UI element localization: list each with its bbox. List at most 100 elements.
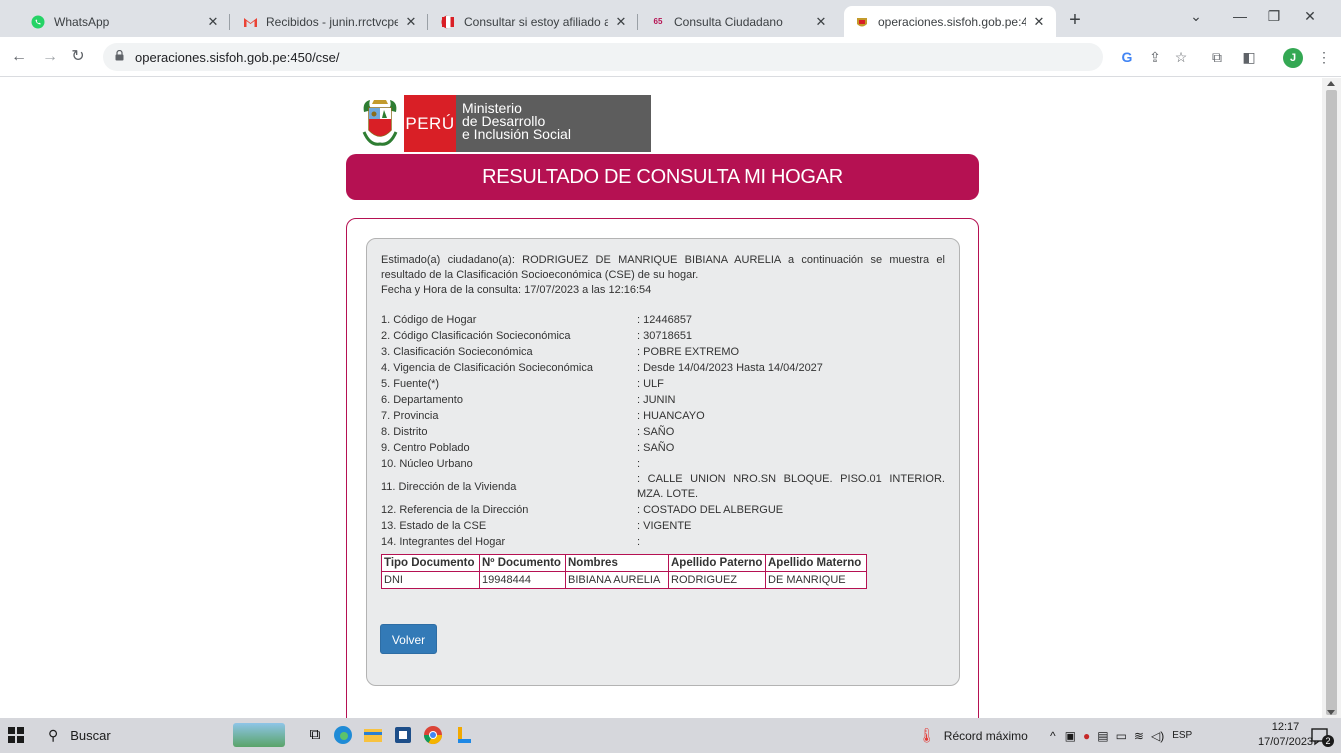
field-value: : CALLE UNION NRO.SN BLOQUE. PISO.01 INT… (637, 473, 945, 500)
ministry-logo: PERÚ Ministerio de Desarrollo e Inclusió… (356, 95, 651, 152)
tab-gmail[interactable]: Recibidos - junin.rrctvcperu@g ✕ (232, 6, 428, 37)
field-label: 6. Departamento (381, 394, 463, 406)
extensions-icon[interactable]: ⧉ (1207, 47, 1227, 67)
whatsapp-icon (30, 14, 46, 30)
start-tile (17, 727, 24, 734)
taskbar-search[interactable]: ⚲ Buscar (48, 718, 111, 753)
close-icon[interactable]: ✕ (206, 14, 220, 30)
field-label: 10. Núcleo Urbano (381, 458, 473, 470)
field-row: 5. Fuente(*): ULF (381, 376, 945, 392)
start-tile (8, 727, 15, 734)
taskbar-clock[interactable]: 12:17 17/07/2023 (1258, 720, 1313, 750)
back-arrow-icon[interactable]: ← (9, 47, 29, 67)
gmail-icon (242, 14, 258, 30)
side-panel-icon[interactable]: ◧ (1239, 47, 1259, 67)
windows-start-icon[interactable] (8, 727, 24, 743)
tab-title: operaciones.sisfoh.gob.pe:450/ (878, 14, 1026, 29)
tab-consulta-ciudadano[interactable]: 65 Consulta Ciudadano ✕ (640, 6, 838, 37)
scrollbar-thumb[interactable] (1326, 90, 1337, 715)
field-label: 1. Código de Hogar (381, 314, 477, 326)
field-row: 13. Estado de la CSE: VIGENTE (381, 518, 945, 534)
tab-title: Recibidos - junin.rrctvcperu@g (266, 14, 398, 29)
reniec-icon: 65 (653, 17, 663, 26)
chevron-up-icon[interactable]: ^ (1050, 729, 1056, 743)
peru-flag-icon (440, 14, 456, 30)
scroll-up-icon[interactable] (1327, 81, 1335, 86)
close-icon[interactable]: ✕ (614, 14, 628, 30)
search-highlight-icon[interactable] (233, 723, 285, 747)
close-icon[interactable]: ✕ (404, 14, 418, 30)
field-value: : 12446857 (637, 314, 693, 326)
result-panel: Estimado(a) ciudadano(a): RODRIGUEZ DE M… (366, 238, 960, 686)
intro-line: Estimado(a) ciudadano(a): RODRIGUEZ DE M… (381, 254, 945, 266)
language-indicator[interactable]: ESP (1172, 730, 1192, 741)
tab-separator (229, 14, 230, 30)
forward-arrow-icon[interactable]: → (40, 47, 60, 67)
tray-app-icon[interactable]: ▣ (1065, 729, 1076, 743)
google-translate-icon[interactable]: G (1117, 47, 1137, 67)
volume-icon[interactable]: ◁) (1151, 729, 1164, 743)
field-label: 5. Fuente(*) (381, 378, 440, 390)
volver-button[interactable]: Volver (380, 624, 437, 654)
table-cell: DNI (381, 571, 480, 589)
tab-title: WhatsApp (54, 14, 110, 29)
tab-sisfoh[interactable]: operaciones.sisfoh.gob.pe:450/ ✕ (844, 6, 1056, 37)
profile-avatar[interactable]: J (1283, 48, 1303, 68)
lock-icon[interactable] (115, 49, 127, 64)
start-tile (17, 736, 24, 743)
search-label: Buscar (70, 728, 111, 743)
restore-button[interactable]: ❐ (1259, 8, 1289, 25)
tray-app-icon[interactable]: ● (1083, 729, 1090, 743)
field-value: : JUNIN (637, 394, 676, 406)
field-label: 2. Código Clasificación Socieconómica (381, 330, 571, 342)
reload-icon[interactable]: ↻ (68, 47, 88, 67)
close-icon[interactable]: ✕ (1032, 14, 1046, 30)
field-row: 3. Clasificación Socieconómica: POBRE EX… (381, 344, 945, 360)
field-label: 9. Centro Poblado (381, 442, 470, 454)
weather-widget[interactable]: 🌡 Récord máximo (918, 718, 1028, 753)
chrome-icon[interactable] (421, 723, 445, 747)
menu-dots-icon[interactable]: ⋮ (1314, 47, 1334, 67)
tab-separator (427, 14, 428, 30)
edge-icon[interactable] (331, 723, 355, 747)
windows-taskbar: ⚲ Buscar ⧉ 🌡 Récord máximo ^ ▣ ● ▤ ▭ ≋ ◁… (0, 718, 1341, 753)
sisfoh-icon (854, 14, 870, 30)
column-header: Tipo Documento (381, 554, 480, 572)
minimize-button[interactable]: — (1225, 8, 1255, 24)
table-cell: DE MANRIQUE (765, 571, 867, 589)
close-window-button[interactable]: ✕ (1295, 8, 1325, 25)
system-tray-icons[interactable]: ^ ▣ ● ▤ ▭ ≋ ◁) ESP (1050, 718, 1192, 753)
scroll-down-icon[interactable] (1327, 710, 1335, 715)
new-tab-button[interactable]: + (1063, 9, 1087, 33)
page-scrollbar[interactable] (1322, 78, 1341, 718)
table-cell: RODRIGUEZ (668, 571, 766, 589)
intro-line: resultado de la Clasificación Socioeconó… (381, 269, 699, 281)
tab-afiliado[interactable]: Consultar si estoy afiliado al Pr ✕ (430, 6, 638, 37)
column-header: Apellido Paterno (668, 554, 766, 572)
field-value: : (637, 536, 641, 548)
start-tile (8, 736, 15, 743)
tray-app-icon[interactable]: ▤ (1097, 729, 1108, 743)
bookmark-star-icon[interactable]: ☆ (1171, 47, 1191, 67)
share-icon[interactable]: ⇪ (1145, 47, 1165, 67)
file-explorer-icon[interactable] (361, 723, 385, 747)
peru-label: PERÚ (404, 95, 456, 152)
tab-title: Consulta Ciudadano (674, 14, 783, 29)
field-row: 4. Vigencia de Clasificación Socieconómi… (381, 360, 945, 376)
notifications-icon[interactable]: 2 (1310, 718, 1334, 753)
column-header: Nº Documento (479, 554, 566, 572)
table-row: DNI 19948444 BIBIANA AURELIA RODRIGUEZ D… (381, 571, 867, 589)
url-text: operaciones.sisfoh.gob.pe:450/cse/ (135, 49, 340, 65)
app-icon[interactable] (452, 723, 476, 747)
field-value: : SAÑO (637, 442, 675, 454)
close-icon[interactable]: ✕ (814, 14, 828, 30)
page-title: RESULTADO DE CONSULTA MI HOGAR (346, 154, 979, 200)
address-bar[interactable]: operaciones.sisfoh.gob.pe:450/cse/ (103, 43, 1103, 71)
task-view-icon[interactable]: ⧉ (303, 723, 327, 747)
store-icon[interactable] (391, 723, 415, 747)
tab-whatsapp[interactable]: WhatsApp ✕ (20, 6, 230, 37)
tab-search-dropdown-icon[interactable]: ⌄ (1181, 8, 1211, 25)
battery-icon[interactable]: ▭ (1116, 729, 1127, 743)
wifi-icon[interactable]: ≋ (1134, 729, 1144, 743)
page-viewport: PERÚ Ministerio de Desarrollo e Inclusió… (0, 78, 1322, 718)
